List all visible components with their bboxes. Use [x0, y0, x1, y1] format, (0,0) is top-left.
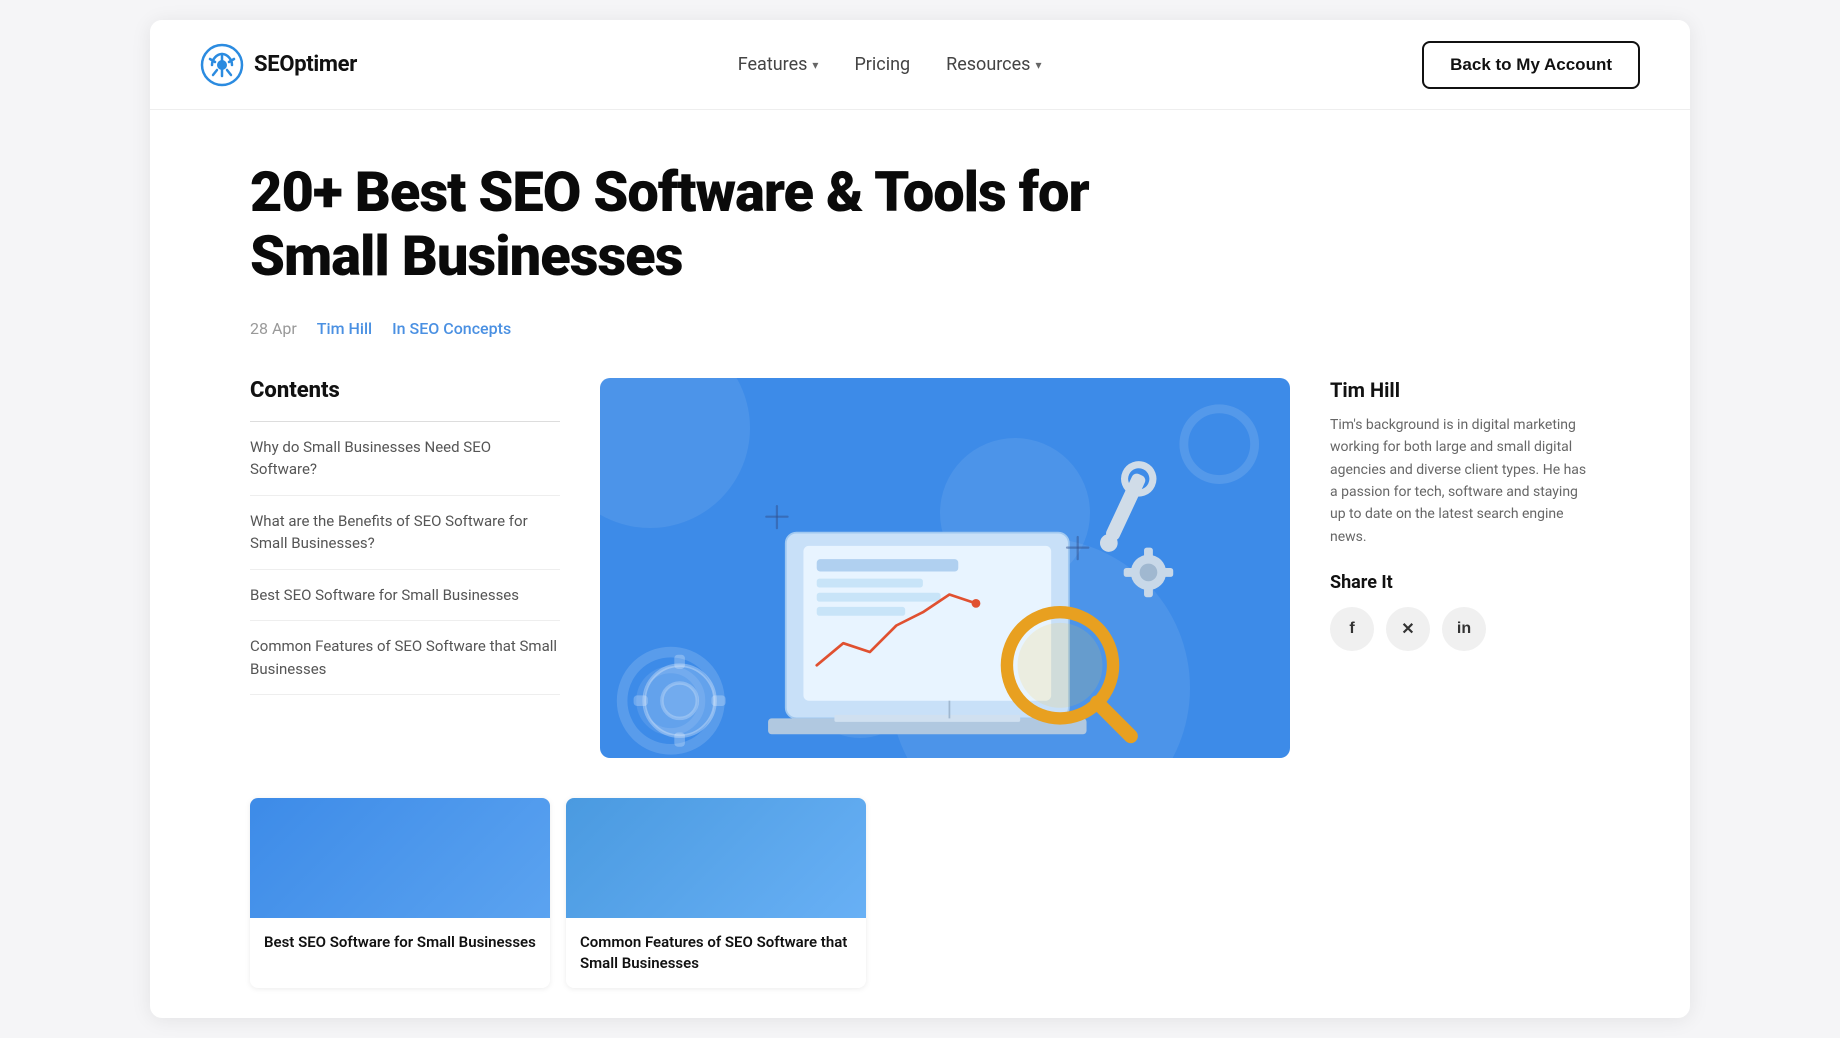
- main-nav: Features ▾ Pricing Resources ▾: [738, 54, 1042, 75]
- nav-features[interactable]: Features ▾: [738, 54, 819, 75]
- page-container: SEOptimer Features ▾ Pricing Resources ▾…: [150, 20, 1690, 1018]
- article-category[interactable]: In SEO Concepts: [392, 319, 511, 338]
- article-meta: 28 Apr Tim Hill In SEO Concepts: [250, 319, 1590, 338]
- toc-item-4[interactable]: Common Features of SEO Software that Sma…: [250, 621, 560, 695]
- resources-chevron-icon: ▾: [1035, 58, 1041, 72]
- logo-area[interactable]: SEOptimer: [200, 43, 357, 87]
- article-card-2-title: Common Features of SEO Software that Sma…: [566, 918, 866, 988]
- back-to-account-button[interactable]: Back to My Account: [1422, 41, 1640, 89]
- toc-item-1[interactable]: Why do Small Businesses Need SEO Softwar…: [250, 422, 560, 496]
- logo-icon: [200, 43, 244, 87]
- hero-illustration: [600, 378, 1290, 758]
- author-name: Tim Hill: [1330, 378, 1590, 402]
- article-card-1-title: Best SEO Software for Small Businesses: [250, 918, 550, 967]
- logo-text: SEOptimer: [254, 52, 357, 77]
- article-author[interactable]: Tim Hill: [317, 319, 372, 338]
- article-card-1[interactable]: Best SEO Software for Small Businesses: [250, 798, 550, 988]
- nav-resources[interactable]: Resources ▾: [946, 54, 1041, 75]
- author-sidebar: Tim Hill Tim's background is in digital …: [1330, 378, 1590, 651]
- toc-list: Why do Small Businesses Need SEO Softwar…: [250, 421, 560, 696]
- features-chevron-icon: ▾: [812, 58, 818, 72]
- hero-image: [600, 378, 1290, 758]
- bottom-articles: Best SEO Software for Small Businesses C…: [150, 798, 1690, 1018]
- share-buttons: f ✕ in: [1330, 607, 1590, 651]
- header: SEOptimer Features ▾ Pricing Resources ▾…: [150, 20, 1690, 110]
- share-twitter-button[interactable]: ✕: [1386, 607, 1430, 651]
- content-layout: Contents Why do Small Businesses Need SE…: [250, 378, 1590, 758]
- toc-title: Contents: [250, 378, 560, 403]
- article-card-2[interactable]: Common Features of SEO Software that Sma…: [566, 798, 866, 988]
- share-linkedin-button[interactable]: in: [1442, 607, 1486, 651]
- toc-sidebar: Contents Why do Small Businesses Need SE…: [250, 378, 560, 696]
- share-facebook-button[interactable]: f: [1330, 607, 1374, 651]
- toc-item-2[interactable]: What are the Benefits of SEO Software fo…: [250, 496, 560, 570]
- article-date: 28 Apr: [250, 319, 297, 338]
- share-title: Share It: [1330, 572, 1590, 593]
- main-content: 20+ Best SEO Software & Tools for Small …: [150, 110, 1690, 798]
- author-bio: Tim's background is in digital marketing…: [1330, 414, 1590, 548]
- nav-pricing[interactable]: Pricing: [854, 54, 910, 75]
- article-title: 20+ Best SEO Software & Tools for Small …: [250, 160, 1150, 289]
- toc-item-3[interactable]: Best SEO Software for Small Businesses: [250, 570, 560, 622]
